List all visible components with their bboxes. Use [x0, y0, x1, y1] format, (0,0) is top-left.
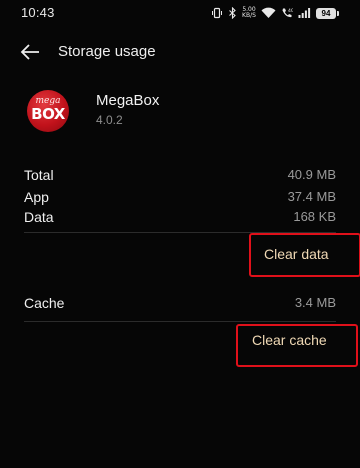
storage-row-data: Data 168 KB [24, 209, 336, 227]
storage-row-value: 40.9 MB [287, 167, 336, 182]
storage-row-app: App 37.4 MB [24, 189, 336, 207]
app-version: 4.0.2 [96, 113, 123, 127]
clear-cache-button[interactable]: Clear cache [252, 332, 327, 348]
storage-row-total: Total 40.9 MB [24, 167, 336, 185]
app-name: MegaBox [96, 92, 160, 109]
wifi-icon [261, 7, 276, 19]
header: Storage usage [0, 34, 360, 70]
divider [24, 321, 336, 322]
clear-data-button[interactable]: Clear data [264, 246, 329, 262]
status-icons: 5.00 KB/S 4G 94 [211, 6, 339, 20]
network-speed-unit: KB/S [242, 12, 256, 19]
back-arrow-icon [18, 44, 42, 66]
storage-usage-screen: 10:43 5.00 KB/S 4G 94 Storage usage mega… [0, 0, 360, 468]
page-title: Storage usage [58, 43, 156, 60]
svg-text:4G: 4G [288, 8, 293, 14]
status-time: 10:43 [21, 5, 55, 20]
storage-row-label: Data [24, 209, 54, 225]
back-button[interactable] [18, 42, 42, 62]
network-speed-indicator: 5.00 KB/S [242, 7, 256, 19]
app-logo-text-bottom: BOX [31, 105, 65, 123]
status-bar: 10:43 5.00 KB/S 4G 94 [0, 0, 360, 26]
app-logo: mega BOX [27, 90, 69, 132]
bluetooth-icon [228, 7, 237, 19]
storage-row-cache: Cache 3.4 MB [24, 295, 336, 313]
storage-row-label: Cache [24, 295, 65, 311]
call-icon: 4G [281, 7, 293, 19]
storage-row-label: Total [24, 167, 54, 183]
storage-row-value: 168 KB [293, 209, 336, 224]
storage-row-value: 37.4 MB [287, 189, 336, 204]
storage-row-label: App [24, 189, 49, 205]
storage-row-value: 3.4 MB [294, 295, 336, 310]
signal-icon [298, 7, 311, 19]
battery-indicator: 94 [316, 7, 339, 19]
vibrate-icon [211, 7, 223, 19]
